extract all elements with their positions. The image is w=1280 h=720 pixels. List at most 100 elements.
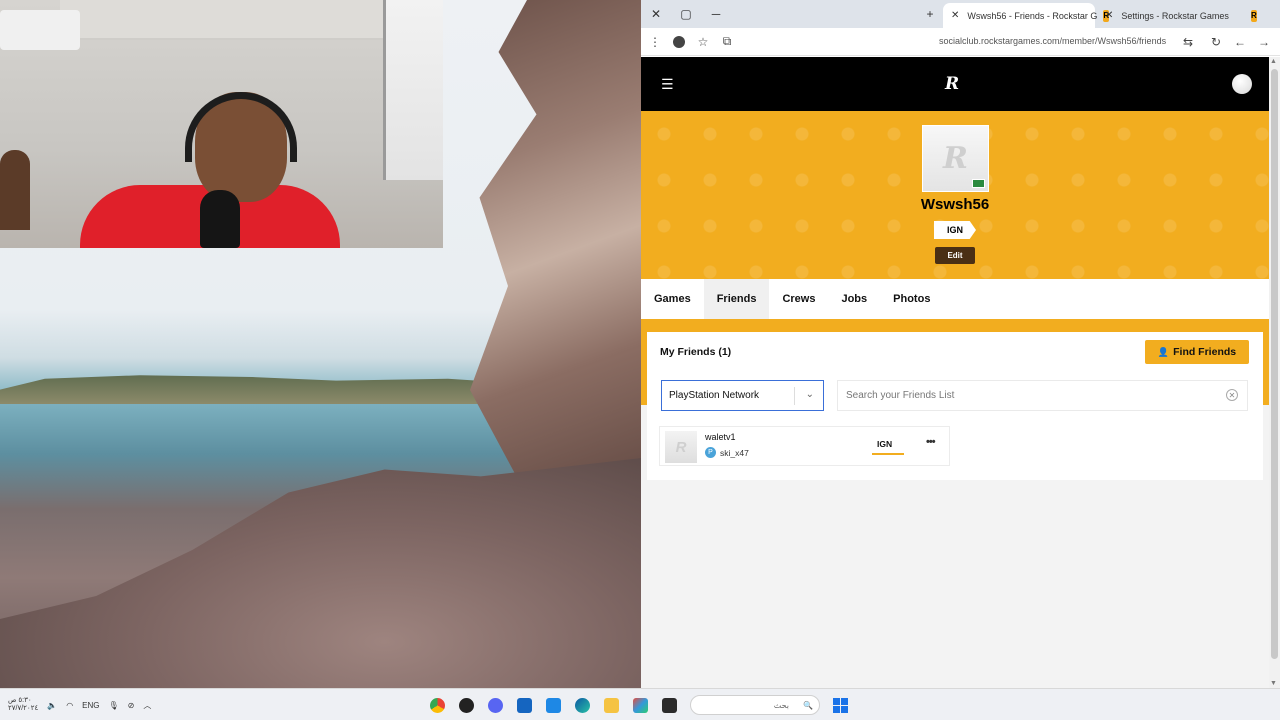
discord-icon[interactable] [481,689,510,720]
clear-search-icon[interactable]: ✕ [1226,389,1238,401]
webcam-background-person [0,150,30,230]
webcam-headset [185,92,297,162]
profile-nav: Games Friends Crews Jobs Photos [641,279,1269,319]
profile-username: Wswsh56 [920,196,990,213]
webcam-air-conditioner [0,10,80,50]
rockstar-logo[interactable]: R [945,74,959,94]
windows-start-icon[interactable] [826,689,855,720]
scroll-down-icon[interactable]: ▼ [1270,680,1277,687]
store-icon[interactable] [539,689,568,720]
camera-off-icon[interactable]: ⊘ [128,701,135,710]
tab-games[interactable]: Games [641,279,704,319]
clock[interactable]: ٥:٣٠ ص ٢٧/٧/٢٠٢٤ [8,697,38,713]
friends-content: My Friends (1) 👤 Find Friends PlayStatio… [641,319,1269,688]
find-friends-button[interactable]: 👤 Find Friends [1145,340,1249,364]
ign-tag: IGN [934,221,976,239]
obs-icon[interactable] [452,689,481,720]
reader-mode-icon[interactable]: ⇆ [1176,28,1200,56]
platform-select-value: PlayStation Network [669,390,760,401]
webcam-microphone [200,190,240,248]
taskbar-search-text: بحث [773,700,790,710]
edit-profile-button[interactable]: Edit [935,247,975,264]
close-tab-icon[interactable]: ✕ [1105,10,1113,21]
edge-icon[interactable] [568,689,597,720]
clock-time: ٥:٣٠ ص [8,697,32,704]
tab-crews[interactable]: Crews [769,279,828,319]
chevron-down-icon: ⌄ [805,389,814,400]
find-friends-label: Find Friends [1173,346,1237,358]
friends-search-input[interactable]: Search your Friends List ✕ [837,380,1248,411]
tab-jobs[interactable]: Jobs [828,279,880,319]
friends-title: My Friends (1) [660,346,732,358]
taskbar-search-input[interactable]: بحث 🔍 [690,695,820,715]
user-avatar[interactable] [1232,74,1252,94]
platform-select[interactable]: PlayStation Network ⌄ [661,380,824,411]
friend-name[interactable]: waletv1 [705,432,736,442]
extension-icon[interactable]: ⧉ [715,28,739,56]
webcam-window [383,0,443,180]
webcam-overlay [0,0,443,248]
page-scrollbar[interactable]: ▲ ▼ [1269,57,1280,688]
rockstar-placeholder-icon: R [943,141,968,176]
tab-friends[interactable]: ✕ Wswsh56 - Friends - Rockstar G R [943,3,1110,28]
person-icon: 👤 [1157,346,1170,357]
terminal-icon[interactable] [655,689,684,720]
new-tab-icon[interactable]: + [915,0,945,28]
close-tab-icon[interactable]: ✕ [951,10,959,21]
tab-title: Settings - Rockstar Games [1121,10,1229,21]
site-info-icon[interactable] [667,28,691,56]
tab-photos[interactable]: Photos [880,279,943,319]
friend-ign-label: IGN [877,439,893,449]
taskbar: ٥:٣٠ ص ٢٧/٧/٢٠٢٤ 🔈 ◠ ENG 🎙 ⊘ ︿ بحث 🔍 [0,688,1280,720]
friends-card: My Friends (1) 👤 Find Friends PlayStatio… [647,332,1263,480]
profile-banner: R Wswsh56 IGN Edit [641,111,1269,279]
maximize-window-icon[interactable]: ▢ [671,0,701,28]
mail-icon[interactable] [510,689,539,720]
wifi-icon[interactable]: ◠ [66,701,73,710]
close-window-icon[interactable]: ✕ [641,0,671,28]
select-divider [794,387,795,405]
playstation-icon: P [705,447,716,458]
chrome-icon[interactable] [423,689,452,720]
url-field[interactable]: socialclub.rockstargames.com/member/Wsws… [939,36,1166,46]
language-indicator[interactable]: ENG [82,701,99,710]
search-icon: 🔍 [803,700,813,710]
tab-settings[interactable]: ✕ Settings - Rockstar Games R [1097,3,1257,28]
file-explorer-icon[interactable] [597,689,626,720]
more-options-icon[interactable]: ••• [926,436,936,448]
microphone-icon[interactable]: 🎙 [109,701,119,710]
forward-arrow-icon[interactable]: → [1252,28,1276,56]
address-bar: ⋮ ☆ ⧉ socialclub.rockstargames.com/membe… [641,28,1280,56]
profile-picture[interactable]: R [922,125,989,192]
tab-title: Wswsh56 - Friends - Rockstar G [967,10,1098,21]
friend-ign-underline [872,453,904,455]
tray-expand-chevron-icon[interactable]: ︿ [143,700,151,711]
rockstar-favicon-icon: R [1250,9,1257,22]
menu-kebab-icon[interactable]: ⋮ [643,28,667,56]
bookmark-star-icon[interactable]: ☆ [691,28,715,56]
browser-window: ✕ ▢ ─ + ✕ Wswsh56 - Friends - Rockstar G… [641,0,1280,688]
country-flag-icon [972,179,985,188]
system-tray: ٥:٣٠ ص ٢٧/٧/٢٠٢٤ 🔈 ◠ ENG 🎙 ⊘ ︿ [8,689,151,720]
friend-psn-id: P ski_x47 [705,447,749,458]
minimize-window-icon[interactable]: ─ [701,0,731,28]
photos-app-icon[interactable] [626,689,655,720]
volume-icon[interactable]: 🔈 [47,701,57,710]
reload-icon[interactable]: ↻ [1204,28,1228,56]
webcam-ceiling [60,0,390,40]
taskbar-apps: بحث 🔍 [423,689,855,720]
friend-psn-name: ski_x47 [720,447,749,458]
scroll-thumb[interactable] [1271,69,1278,659]
hamburger-menu-icon[interactable]: ☰ [661,77,674,91]
search-placeholder: Search your Friends List [846,390,955,401]
tab-bar: ✕ ▢ ─ + ✕ Wswsh56 - Friends - Rockstar G… [641,0,1280,28]
scroll-up-icon[interactable]: ▲ [1270,58,1277,65]
friend-list-item[interactable]: R waletv1 P ski_x47 IGN ••• [659,426,950,466]
site-header: ☰ R [641,57,1269,111]
friend-avatar[interactable]: R [665,431,697,463]
tab-friends[interactable]: Friends [703,279,770,319]
wallpaper-cliff [470,0,641,520]
clock-date: ٢٧/٧/٢٠٢٤ [8,705,39,712]
back-arrow-icon[interactable]: ← [1228,28,1252,56]
wallpaper-rock-foreground [0,458,641,688]
